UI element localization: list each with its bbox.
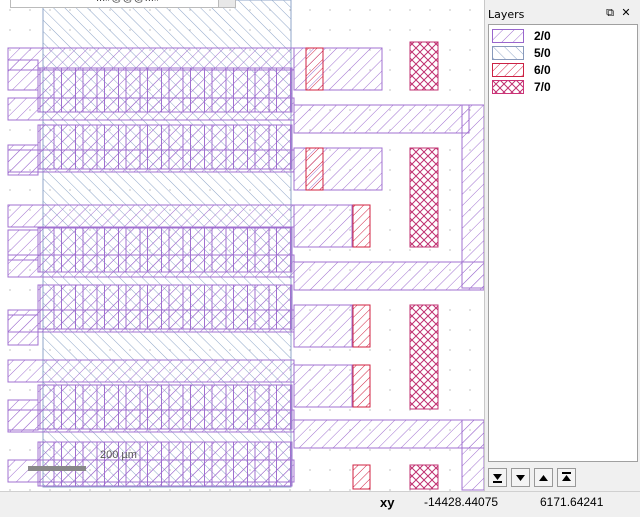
contact bbox=[352, 304, 371, 348]
layer-name: 5/0 bbox=[534, 46, 551, 60]
left-stub bbox=[7, 229, 39, 261]
layer-name: 2/0 bbox=[534, 29, 551, 43]
contact bbox=[305, 147, 324, 191]
move-to-top-button[interactable] bbox=[557, 468, 576, 487]
route bbox=[293, 104, 470, 134]
move-down-button[interactable] bbox=[511, 468, 530, 487]
document-tab-title: ...#@@@...# bbox=[96, 0, 160, 4]
left-stub bbox=[7, 144, 39, 176]
horizontal-band bbox=[7, 359, 295, 383]
move-to-bottom-button[interactable] bbox=[488, 468, 507, 487]
layer-item-6-0[interactable]: 6/0 bbox=[492, 62, 632, 78]
finger-row bbox=[37, 67, 293, 113]
y-coordinate-value: 6171.64241 bbox=[540, 495, 604, 509]
close-panel-icon[interactable]: ✕ bbox=[619, 6, 633, 20]
left-stub bbox=[7, 399, 39, 431]
layer-swatch-7-0 bbox=[492, 80, 524, 94]
finger-row bbox=[37, 124, 293, 170]
contact bbox=[352, 204, 371, 248]
layout-drawing[interactable] bbox=[0, 0, 484, 491]
layer-item-7-0[interactable]: 7/0 bbox=[492, 79, 632, 95]
finger-row bbox=[37, 227, 293, 273]
layout-canvas[interactable]: ...#@@@...# 200 µm bbox=[0, 0, 484, 491]
layer-name: 7/0 bbox=[534, 80, 551, 94]
via bbox=[409, 304, 439, 410]
via bbox=[409, 147, 439, 248]
layer-swatch-2-0 bbox=[492, 29, 524, 43]
route bbox=[293, 364, 353, 408]
layer-name: 6/0 bbox=[534, 63, 551, 77]
move-up-icon bbox=[539, 475, 548, 481]
route bbox=[293, 204, 353, 248]
via bbox=[409, 464, 439, 490]
x-coordinate-value: -14428.44075 bbox=[424, 495, 499, 509]
spine bbox=[461, 419, 484, 491]
document-tab[interactable]: ...#@@@...# bbox=[10, 0, 232, 8]
finger-row bbox=[37, 384, 293, 430]
scale-bar-label: 200 µm bbox=[100, 449, 137, 461]
left-stub bbox=[7, 314, 39, 346]
layer-item-2-0[interactable]: 2/0 bbox=[492, 28, 632, 44]
route bbox=[293, 261, 484, 291]
document-tab-close-button[interactable] bbox=[218, 0, 236, 8]
move-up-button[interactable] bbox=[534, 468, 553, 487]
layer-item-5-0[interactable]: 5/0 bbox=[492, 45, 632, 61]
contact bbox=[305, 47, 324, 91]
horizontal-band bbox=[7, 204, 295, 228]
layer-swatch-5-0 bbox=[492, 46, 524, 60]
via bbox=[409, 41, 439, 91]
move-to-top-icon bbox=[562, 472, 571, 481]
status-bar: xy -14428.44075 6171.64241 bbox=[0, 491, 640, 517]
coordinate-label: xy bbox=[380, 495, 395, 510]
contact bbox=[352, 464, 371, 490]
scale-bar bbox=[28, 466, 86, 471]
finger-row bbox=[37, 284, 293, 330]
move-down-icon bbox=[516, 475, 525, 481]
move-to-bottom-icon bbox=[493, 474, 502, 483]
route bbox=[293, 304, 353, 348]
horizontal-band bbox=[7, 47, 295, 71]
layers-panel-title: Layers bbox=[488, 8, 525, 21]
spine bbox=[461, 104, 484, 289]
left-stub bbox=[7, 59, 39, 91]
layer-list: 2/0 5/0 6/0 7/0 bbox=[488, 24, 638, 462]
finger-row bbox=[37, 441, 293, 487]
route bbox=[293, 419, 484, 449]
float-panel-icon[interactable]: ⧉ bbox=[603, 6, 617, 20]
layers-panel: Layers ⧉ ✕ 2/0 5/0 6/0 7/0 bbox=[484, 0, 640, 491]
contact bbox=[352, 364, 371, 408]
layer-swatch-6-0 bbox=[492, 63, 524, 77]
